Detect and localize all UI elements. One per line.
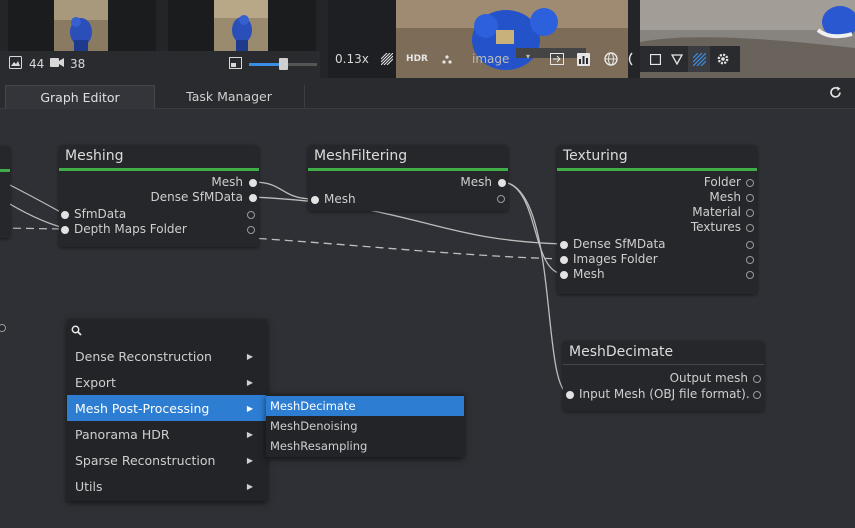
node-context-menu: Dense Reconstruction ▶ Export ▶ Mesh Pos… [67, 319, 267, 501]
menu-item-label: Sparse Reconstruction [75, 452, 216, 468]
port-dot-input-mesh[interactable] [560, 271, 568, 279]
node-header-bar [308, 168, 508, 171]
menu-item-panorama-hdr[interactable]: Panorama HDR ▶ [67, 421, 267, 447]
node-meshfiltering[interactable]: MeshFiltering Mesh Mesh [308, 145, 508, 211]
port-output-mesh: Mesh [709, 190, 741, 204]
menu-item-label: Dense Reconstruction [75, 348, 212, 364]
chevron-right-icon: ▶ [246, 429, 253, 439]
port-input-depth-maps-folder: Depth Maps Folder [74, 222, 187, 236]
port-output-mesh: Mesh [460, 175, 492, 189]
port-output-mesh: Mesh [211, 175, 243, 189]
node-title: MeshFiltering [314, 148, 408, 164]
port-dot[interactable] [247, 226, 255, 234]
port-dot-input-mesh[interactable] [311, 196, 319, 204]
submenu-mesh-post-processing: MeshDecimate MeshDenoising MeshResamplin… [266, 394, 464, 457]
menu-item-label: Panorama HDR [75, 426, 170, 442]
port-dot[interactable] [746, 271, 754, 279]
port-input-mesh: Mesh [573, 267, 605, 281]
port-dot-input-images-folder[interactable] [560, 256, 568, 264]
node-header-bar [59, 168, 259, 171]
chevron-right-icon: ▶ [246, 351, 253, 361]
port-dot-output-textures[interactable] [746, 224, 754, 232]
port-output-material: Material [692, 205, 741, 219]
port-dot-output-folder[interactable] [746, 179, 754, 187]
node-texturing[interactable]: Texturing Folder Mesh Material Textures … [557, 145, 757, 294]
port-input-dense-sfmdata: Dense SfMData [573, 237, 666, 251]
port-dot-input-sfmdata[interactable] [61, 211, 69, 219]
port-dot-output-dense-sfmdata[interactable] [249, 194, 257, 202]
node-title: Texturing [563, 148, 628, 164]
submenu-item-label: MeshResampling [270, 439, 368, 453]
port-dot[interactable] [746, 241, 754, 249]
port-dot-input-depth-maps[interactable] [61, 226, 69, 234]
port-output-dense-sfmdata: Dense SfMData [150, 190, 243, 204]
port-dot[interactable] [746, 256, 754, 264]
port-dot-output-mesh[interactable] [498, 179, 506, 187]
node-meshing[interactable]: Meshing Mesh Dense SfMData SfmData Depth… [59, 145, 259, 247]
search-icon[interactable] [71, 325, 82, 339]
port-dot-input-dense-sfmdata[interactable] [560, 241, 568, 249]
chevron-right-icon: ▶ [246, 403, 253, 413]
port-dot-output-mesh[interactable] [753, 375, 761, 383]
port-dot-output-mesh[interactable] [249, 179, 257, 187]
node-meshdecimate[interactable]: MeshDecimate Output mesh Input Mesh (OBJ… [563, 341, 764, 411]
port-output-mesh: Output mesh [669, 371, 748, 385]
port-dot[interactable] [753, 391, 761, 399]
submenu-item-label: MeshDenoising [270, 419, 358, 433]
node-header-bar [557, 168, 757, 171]
port-dot-output-material[interactable] [746, 209, 754, 217]
port-dot-output-mesh[interactable] [746, 194, 754, 202]
menu-item-export[interactable]: Export ▶ [67, 369, 267, 395]
submenu-item-meshresampling[interactable]: MeshResampling [266, 436, 464, 456]
menu-item-sparse-reconstruction[interactable]: Sparse Reconstruction ▶ [67, 447, 267, 473]
port-input-mesh: Input Mesh (OBJ file format). [579, 387, 750, 401]
chevron-right-icon: ▶ [246, 377, 253, 387]
menu-item-utils[interactable]: Utils ▶ [67, 473, 267, 499]
menu-item-label: Utils [75, 478, 103, 494]
port-dot[interactable] [247, 211, 255, 219]
submenu-item-label: MeshDecimate [270, 399, 356, 413]
chevron-right-icon: ▶ [246, 481, 253, 491]
port-output-textures: Textures [690, 220, 741, 234]
port-dot[interactable] [497, 195, 505, 203]
port-input-mesh: Mesh [324, 192, 356, 206]
port-input-images-folder: Images Folder [573, 252, 658, 266]
node-partial[interactable] [0, 146, 10, 332]
menu-item-label: Export [75, 374, 116, 390]
submenu-item-meshdecimate[interactable]: MeshDecimate [266, 396, 464, 416]
node-title: Meshing [65, 148, 124, 164]
menu-item-mesh-post-processing[interactable]: Mesh Post-Processing ▶ [67, 395, 267, 421]
chevron-right-icon: ▶ [246, 455, 253, 465]
port-input-sfmdata: SfmData [74, 207, 127, 221]
node-title: MeshDecimate [569, 344, 674, 360]
submenu-item-meshdenoising[interactable]: MeshDenoising [266, 416, 464, 436]
menu-item-dense-reconstruction[interactable]: Dense Reconstruction ▶ [67, 343, 267, 369]
port-dot-input-mesh[interactable] [566, 391, 574, 399]
node-header-bar [0, 169, 10, 172]
node-header-bar [563, 364, 764, 365]
menu-item-label: Mesh Post-Processing [75, 400, 210, 416]
port-output-folder: Folder [703, 175, 741, 189]
